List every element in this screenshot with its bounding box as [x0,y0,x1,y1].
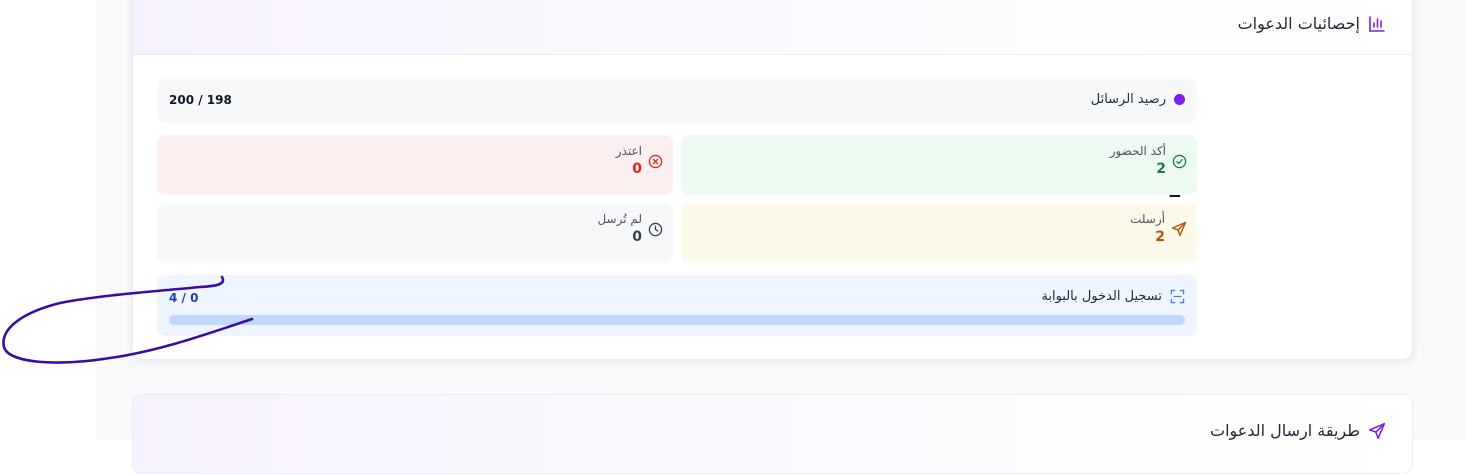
send-method-card: طريقة ارسال الدعوات [132,394,1413,474]
tile-declined[interactable]: اعتذر 0 [157,135,673,195]
clock-icon [648,222,663,237]
tile-sent[interactable]: أرسلت 2 [681,203,1197,263]
send-icon [1171,221,1187,237]
tile-attended-value: 2 [1156,161,1166,177]
bar-chart-icon [1368,15,1386,33]
message-balance: رصيد الرسائل 200 / 198 [157,79,1197,123]
tile-sent-value: 2 [1155,229,1165,245]
portal-login-progress: تسجيل الدخول بالبوابة 4 / 0 [157,275,1197,336]
send-icon [1368,422,1386,440]
send-method-title-text: طريقة ارسال الدعوات [1210,421,1360,440]
portal-progress-bar [169,315,1185,325]
x-circle-icon [648,154,663,169]
tile-sent-label: أرسلت [1130,212,1165,226]
card-header: إحصائيات الدعوات [133,0,1412,55]
tile-not-sent-label: لم تُرسل [597,212,642,226]
send-method-title: طريقة ارسال الدعوات [1210,421,1386,440]
message-balance-label-group: رصيد الرسائل [1091,92,1185,107]
tile-declined-label: اعتذر [615,144,642,158]
message-balance-value: 200 / 198 [169,93,232,107]
check-circle-icon [1172,154,1187,169]
tile-not-sent[interactable]: لم تُرسل 0 [157,203,673,263]
message-balance-label: رصيد الرسائل [1090,92,1166,107]
tile-not-sent-value: 0 [632,229,642,245]
tile-attended[interactable]: أكد الحضور 2 [681,135,1197,195]
portal-label: تسجيل الدخول بالبوابة [1041,289,1162,304]
scan-icon [1170,289,1185,304]
portal-label-group: تسجيل الدخول بالبوابة [1041,289,1185,304]
card-title: إحصائيات الدعوات [1238,14,1386,33]
balance-dot-icon [1174,94,1185,105]
tile-declined-value: 0 [632,161,642,177]
card-title-text: إحصائيات الدعوات [1237,14,1360,33]
portal-value: 4 / 0 [169,291,199,305]
tile-attended-label: أكد الحضور [1109,144,1166,158]
